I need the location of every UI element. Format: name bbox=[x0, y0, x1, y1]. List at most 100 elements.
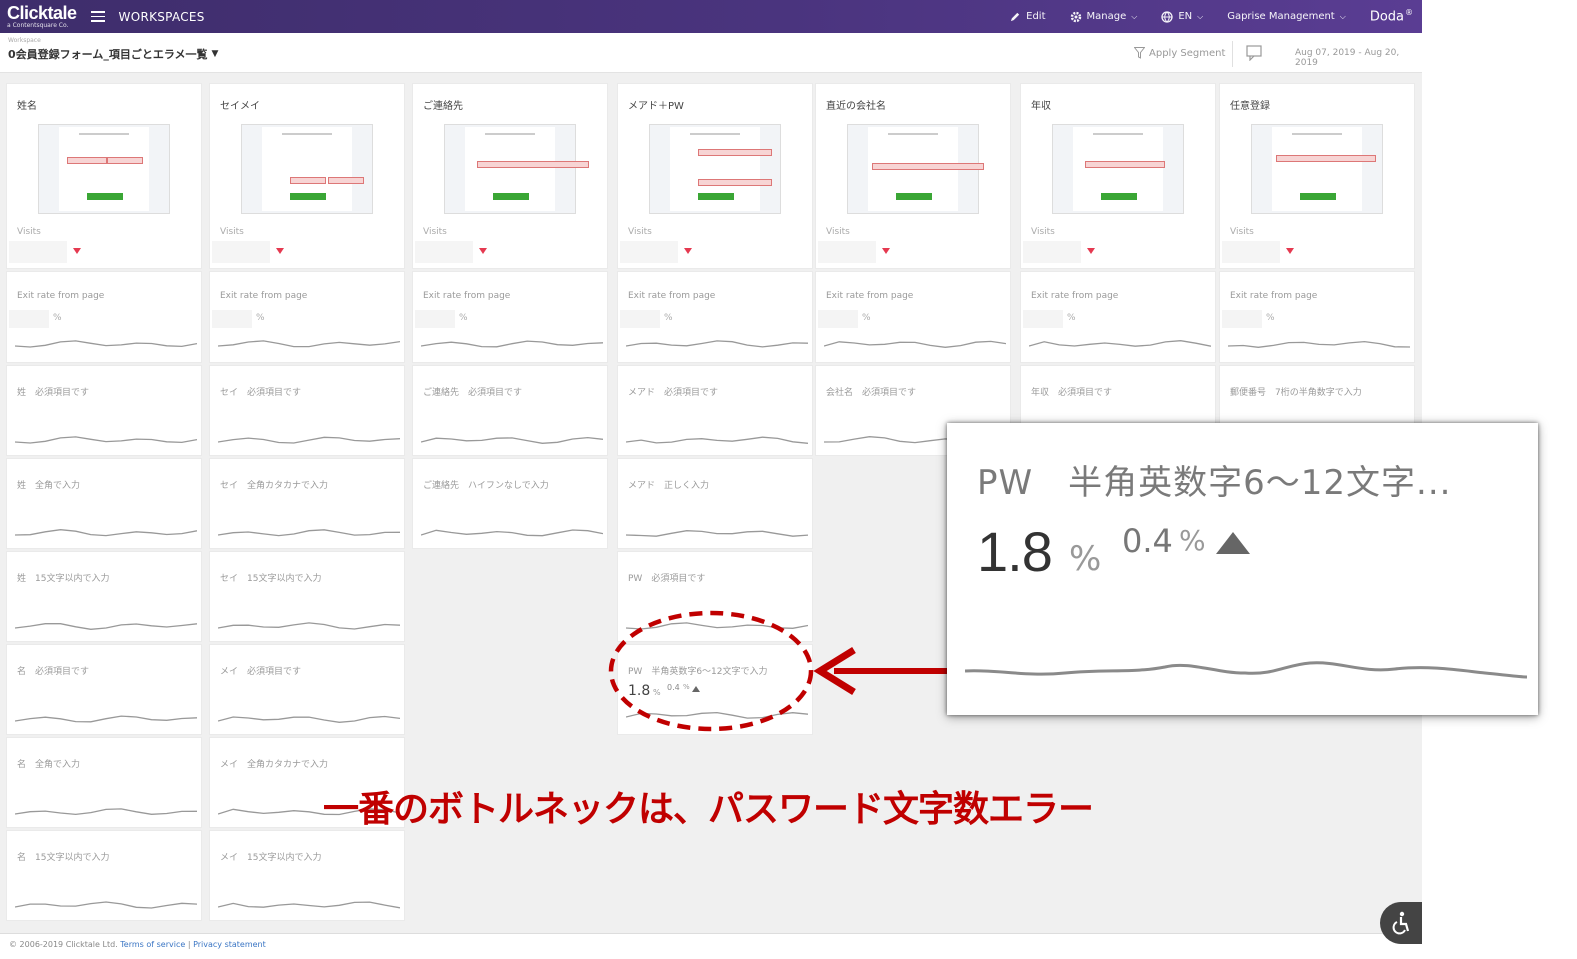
callout-sparkline bbox=[965, 661, 1527, 679]
error-metric-card[interactable]: セイ 15文字以内で入力 bbox=[209, 551, 405, 642]
page-card[interactable]: 任意登録 Visits bbox=[1219, 83, 1415, 269]
thumbnail-heading bbox=[1292, 133, 1342, 135]
manage-dropdown[interactable]: Manage ⌵ bbox=[1070, 11, 1137, 23]
edit-button[interactable]: Edit bbox=[1010, 11, 1046, 22]
thumbnail-error-field bbox=[328, 177, 364, 184]
error-metric-card[interactable]: ご連絡先 ハイフンなしで入力 bbox=[412, 458, 608, 549]
hamburger-menu-icon[interactable] bbox=[90, 11, 105, 22]
thumbnail-submit-button bbox=[1101, 193, 1137, 200]
page-card[interactable]: 姓名 Visits bbox=[6, 83, 202, 269]
thumbnail-submit-button bbox=[698, 193, 734, 200]
error-metric-card[interactable]: 姓 全角で入力 bbox=[6, 458, 202, 549]
error-message-label: メアド 正しく入力 bbox=[628, 481, 710, 491]
error-message-label: セイ 15文字以内で入力 bbox=[220, 574, 322, 584]
error-message-label: 姓 15文字以内で入力 bbox=[17, 574, 110, 584]
page-thumbnail[interactable] bbox=[444, 124, 589, 214]
apply-segment-button[interactable]: Apply Segment bbox=[1134, 47, 1225, 59]
page-thumbnail[interactable] bbox=[649, 124, 781, 214]
visits-label: Visits bbox=[1031, 227, 1055, 237]
page-thumbnail[interactable] bbox=[38, 124, 170, 214]
breadcrumb[interactable]: Workspace bbox=[8, 37, 41, 44]
logo-text: Clicktale bbox=[7, 3, 77, 23]
error-metric-card[interactable]: メイ 必須項目です bbox=[209, 644, 405, 735]
error-metric-card[interactable]: 名 15文字以内で入力 bbox=[6, 830, 202, 921]
page-thumbnail[interactable] bbox=[241, 124, 373, 214]
exit-rate-card[interactable]: Exit rate from page% bbox=[1020, 271, 1216, 363]
clicktale-logo[interactable]: Clicktale a Contentsquare Co. bbox=[7, 4, 77, 29]
user-mark: ® bbox=[1405, 8, 1413, 18]
apply-segment-label: Apply Segment bbox=[1149, 47, 1226, 59]
exit-rate-card[interactable]: Exit rate from page% bbox=[617, 271, 813, 363]
sparkline bbox=[421, 529, 603, 537]
date-range-picker[interactable]: Aug 07, 2019 - Aug 20, 2019 bbox=[1295, 48, 1422, 68]
dashboard-selector[interactable]: 0会員登録フォーム_項目ごとエラメ一覧 ▼ bbox=[8, 46, 218, 62]
error-message-label: 名 必須項目です bbox=[17, 667, 90, 677]
error-metric-card[interactable]: 名 全角で入力 bbox=[6, 737, 202, 828]
manage-label: Manage bbox=[1086, 11, 1127, 22]
page-card[interactable]: 直近の会社名 Visits bbox=[815, 83, 1011, 269]
error-message-label: 名 全角で入力 bbox=[17, 760, 81, 770]
error-message-label: セイ 必須項目です bbox=[220, 388, 302, 398]
percent-unit: % bbox=[53, 313, 62, 323]
dashboard-header: Workspace 0会員登録フォーム_項目ごとエラメ一覧 ▼ Apply Se… bbox=[0, 33, 1422, 73]
exit-rate-card[interactable]: Exit rate from page% bbox=[6, 271, 202, 363]
thumbnail-heading bbox=[282, 133, 332, 135]
thumbnail-error-field bbox=[1276, 155, 1376, 162]
error-metric-card[interactable]: 名 必須項目です bbox=[6, 644, 202, 735]
error-metric-card[interactable]: メイ 15文字以内で入力 bbox=[209, 830, 405, 921]
page-card[interactable]: ご連絡先 Visits bbox=[412, 83, 608, 269]
error-metric-card[interactable]: セイ 全角カタカナで入力 bbox=[209, 458, 405, 549]
page-thumbnail[interactable] bbox=[1052, 124, 1184, 214]
error-message-label: 郵便番号 7桁の半角数字で入力 bbox=[1230, 388, 1362, 398]
exit-rate-value bbox=[1222, 310, 1262, 328]
logo-subtext: a Contentsquare Co. bbox=[7, 22, 69, 29]
error-metric-card[interactable]: 姓 必須項目です bbox=[6, 365, 202, 456]
exit-rate-card[interactable]: Exit rate from page% bbox=[412, 271, 608, 363]
pencil-icon bbox=[1011, 12, 1020, 22]
page-thumbnail[interactable] bbox=[1251, 124, 1383, 214]
percent-unit: % bbox=[256, 313, 265, 323]
page-card[interactable]: メアド＋PW Visits bbox=[617, 83, 813, 269]
error-metric-card[interactable]: ご連絡先 必須項目です bbox=[412, 365, 608, 456]
comment-icon[interactable] bbox=[1246, 45, 1264, 61]
edit-label: Edit bbox=[1026, 11, 1046, 22]
exit-rate-card[interactable]: Exit rate from page% bbox=[815, 271, 1011, 363]
error-metric-card[interactable]: セイ 必須項目です bbox=[209, 365, 405, 456]
organization-label: Gaprise Management bbox=[1227, 11, 1335, 22]
visits-value bbox=[620, 241, 678, 263]
page-card[interactable]: セイメイ Visits bbox=[209, 83, 405, 269]
page-card-title: 任意登録 bbox=[1230, 101, 1270, 112]
exit-rate-value bbox=[620, 310, 660, 328]
exit-rate-label: Exit rate from page bbox=[220, 291, 308, 301]
workspaces-link[interactable]: WORKSPACES bbox=[119, 10, 205, 24]
visits-value bbox=[415, 241, 473, 263]
page-card[interactable]: 年収 Visits bbox=[1020, 83, 1216, 269]
user-menu[interactable]: Doda® bbox=[1370, 8, 1413, 24]
sparkline bbox=[421, 436, 603, 444]
error-message-label: メイ 15文字以内で入力 bbox=[220, 853, 322, 863]
privacy-link[interactable]: Privacy statement bbox=[193, 940, 266, 949]
accessibility-button[interactable] bbox=[1380, 902, 1422, 944]
error-metric-card[interactable]: メアド 必須項目です bbox=[617, 365, 813, 456]
exit-rate-card[interactable]: Exit rate from page% bbox=[1219, 271, 1415, 363]
organization-dropdown[interactable]: Gaprise Management ⌵ bbox=[1227, 11, 1346, 22]
terms-link[interactable]: Terms of service bbox=[120, 940, 185, 949]
exit-rate-value bbox=[415, 310, 455, 328]
visits-label: Visits bbox=[17, 227, 41, 237]
sparkline bbox=[1228, 340, 1410, 348]
error-metric-card[interactable]: 姓 15文字以内で入力 bbox=[6, 551, 202, 642]
visits-label: Visits bbox=[1230, 227, 1254, 237]
error-metric-card[interactable]: メアド 正しく入力 bbox=[617, 458, 813, 549]
sparkline bbox=[218, 436, 400, 444]
language-dropdown[interactable]: EN ⌵ bbox=[1161, 10, 1203, 23]
exit-rate-label: Exit rate from page bbox=[423, 291, 511, 301]
copyright: © 2006-2019 Clicktale Ltd. bbox=[9, 940, 118, 949]
percent-unit: % bbox=[459, 313, 468, 323]
page-card-title: 直近の会社名 bbox=[826, 101, 886, 112]
language-label: EN bbox=[1178, 11, 1193, 22]
thumbnail-error-field bbox=[290, 177, 326, 184]
exit-rate-card[interactable]: Exit rate from page% bbox=[209, 271, 405, 363]
thumbnail-heading bbox=[888, 133, 938, 135]
page-thumbnail[interactable] bbox=[847, 124, 984, 214]
exit-rate-label: Exit rate from page bbox=[1031, 291, 1119, 301]
